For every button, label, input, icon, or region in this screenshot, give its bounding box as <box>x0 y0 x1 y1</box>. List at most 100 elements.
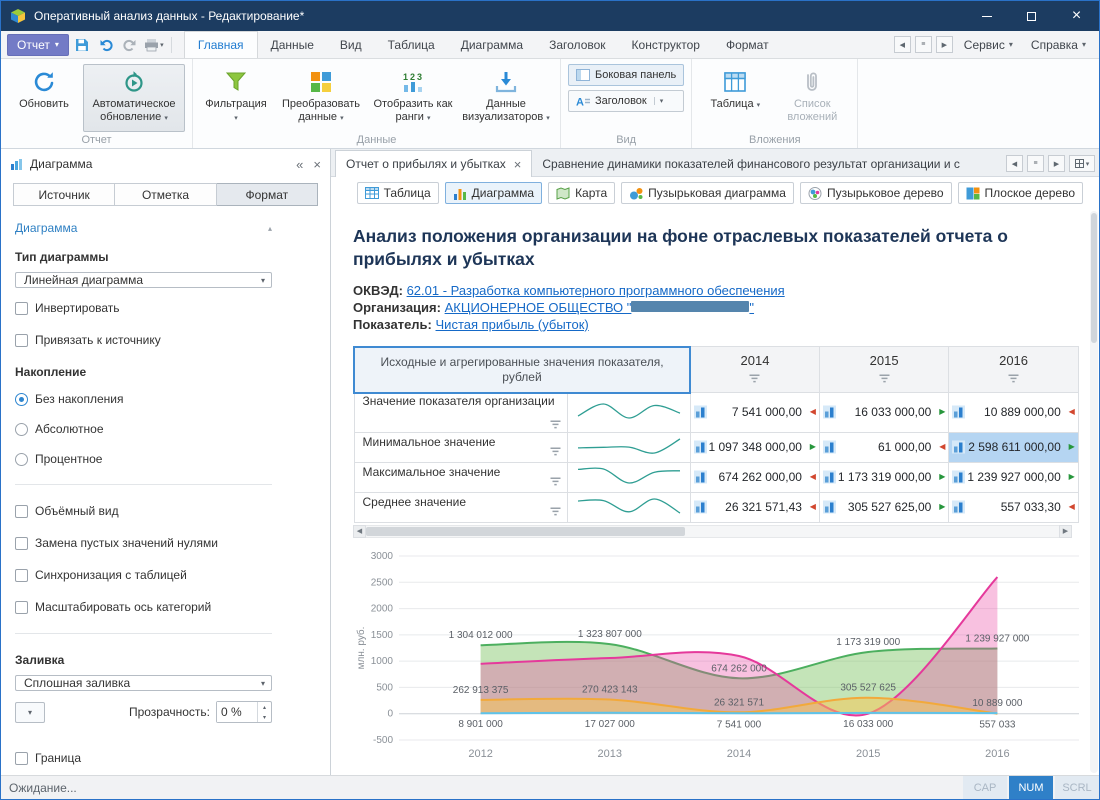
volume-view-checkbox[interactable]: Объёмный вид <box>15 504 272 518</box>
sync-table-checkbox[interactable]: Синхронизация с таблицей <box>15 568 272 582</box>
service-menu[interactable]: Сервис▾ <box>957 38 1020 52</box>
doc-tab-comparison[interactable]: Сравнение динамики показателей финансово… <box>532 151 970 176</box>
value-cell[interactable]: 557 033,30◀ <box>949 492 1078 522</box>
row-label-cell[interactable]: Минимальное значение <box>354 432 567 462</box>
column-header-2014[interactable]: 2014 <box>690 347 819 393</box>
value-cell[interactable]: 7 541 000,00◀ <box>690 393 819 433</box>
transparency-input[interactable] <box>217 702 257 722</box>
chart-type-select[interactable]: Линейная диаграмма ▾ <box>15 272 272 288</box>
table-attachment-button[interactable]: Таблица ▾ <box>699 64 771 132</box>
transform-data-button[interactable]: Преобразовать данные ▾ <box>275 64 367 132</box>
indicator-link[interactable]: Чистая прибыль (убыток) <box>436 317 589 332</box>
column-header-2016[interactable]: 2016 <box>949 347 1078 393</box>
filter-icon[interactable] <box>1008 372 1019 386</box>
save-button[interactable] <box>71 34 93 56</box>
print-button[interactable]: ▾ <box>143 34 165 56</box>
scrollbar-thumb[interactable] <box>1091 213 1097 343</box>
ribbon-tab-vid[interactable]: Вид <box>327 31 375 58</box>
value-cell[interactable]: 1 173 319 000,00▶ <box>819 462 948 492</box>
value-cell[interactable]: 1 097 348 000,00▶ <box>690 432 819 462</box>
column-header-2015[interactable]: 2015 <box>819 347 948 393</box>
ribbon-tab-format[interactable]: Формат <box>713 31 782 58</box>
doc-tab-profit-loss[interactable]: Отчет о прибылях и убытках × <box>335 150 532 177</box>
row-label-cell[interactable]: Максимальное значение <box>354 462 567 492</box>
value-cell[interactable]: 674 262 000,00◀ <box>690 462 819 492</box>
scroll-right-icon[interactable]: ▶ <box>936 36 953 53</box>
filter-icon[interactable] <box>550 505 561 519</box>
value-cell-selected[interactable]: 2 598 611 000,00▶ <box>949 432 1078 462</box>
value-cell[interactable]: 1 239 927 000,00▶ <box>949 462 1078 492</box>
radio-percent[interactable]: Процентное <box>15 452 272 466</box>
spin-up-icon[interactable]: ▴ <box>258 702 271 712</box>
ribbon-tab-konstruktor[interactable]: Конструктор <box>619 31 713 58</box>
show-as-ranks-button[interactable]: 123 Отобразить как ранги ▾ <box>370 64 456 132</box>
spin-down-icon[interactable]: ▾ <box>258 712 271 722</box>
close-button[interactable]: × <box>1054 1 1099 31</box>
table-corner-header[interactable]: Исходные и агрегированные значения показ… <box>354 347 690 393</box>
scroll-left-icon[interactable]: ◀ <box>894 36 911 53</box>
tab-scroll-right-icon[interactable]: ▶ <box>1048 155 1065 172</box>
view-map-button[interactable]: Карта <box>548 182 615 204</box>
report-menu-button[interactable]: Отчет▾ <box>7 34 69 56</box>
view-bubble-chart-button[interactable]: Пузырьковая диаграмма <box>621 182 794 204</box>
line-area-chart[interactable]: -500050010001500200025003000201220132014… <box>353 546 1093 768</box>
filter-icon[interactable] <box>879 372 890 386</box>
scale-axis-checkbox[interactable]: Масштабировать ось категорий <box>15 600 272 614</box>
panel-tab-mark[interactable]: Отметка <box>115 183 216 206</box>
filter-button[interactable]: Фильтрация ▾ <box>200 64 272 132</box>
row-label-cell[interactable]: Значение показателя организации <box>354 393 567 433</box>
tab-list-icon[interactable]: ≡ <box>1027 155 1044 172</box>
redo-button[interactable] <box>119 34 141 56</box>
value-cell[interactable]: 16 033 000,00▶ <box>819 393 948 433</box>
undo-button[interactable] <box>95 34 117 56</box>
value-cell[interactable]: 305 527 625,00▶ <box>819 492 948 522</box>
list-icon[interactable]: ≡ <box>915 36 932 53</box>
filter-icon[interactable] <box>550 445 561 459</box>
ribbon-tab-dannye[interactable]: Данные <box>258 31 327 58</box>
radio-absolute[interactable]: Абсолютное <box>15 422 272 436</box>
help-menu[interactable]: Справка▾ <box>1024 38 1093 52</box>
okved-link[interactable]: 62.01 - Разработка компьютерного програм… <box>407 283 785 298</box>
radio-no-accumulation[interactable]: Без накопления <box>15 392 272 406</box>
close-tab-icon[interactable]: × <box>514 157 522 172</box>
scrollbar-thumb[interactable] <box>366 527 685 536</box>
side-panel-toggle[interactable]: Боковая панель <box>568 64 684 86</box>
organization-link[interactable]: АКЦИОНЕРНОЕ ОБЩЕСТВО "" <box>445 300 754 315</box>
view-flat-tree-button[interactable]: Плоское дерево <box>958 182 1083 204</box>
visualizer-data-button[interactable]: Данные визуализаторов ▾ <box>459 64 553 132</box>
tab-scroll-left-icon[interactable]: ◀ <box>1006 155 1023 172</box>
layout-button[interactable]: ▾ <box>1069 155 1095 172</box>
close-panel-icon[interactable]: × <box>313 157 321 172</box>
header-toggle[interactable]: A Заголовок ▾ <box>568 90 684 112</box>
view-chart-button[interactable]: Диаграмма <box>445 182 542 204</box>
filter-icon[interactable] <box>550 418 561 432</box>
value-cell[interactable]: 10 889 000,00◀ <box>949 393 1078 433</box>
maximize-button[interactable] <box>1009 1 1054 31</box>
empty-zero-checkbox[interactable]: Замена пустых значений нулями <box>15 536 272 550</box>
refresh-button[interactable]: Обновить <box>8 64 80 132</box>
view-table-button[interactable]: Таблица <box>357 182 439 204</box>
view-bubble-tree-button[interactable]: Пузырьковое дерево <box>800 182 952 204</box>
border-checkbox[interactable]: Граница <box>15 751 272 765</box>
auto-refresh-button[interactable]: Автоматическое обновление ▾ <box>83 64 185 132</box>
section-chart-header[interactable]: Диаграмма ▴ <box>15 212 272 241</box>
fill-type-select[interactable]: Сплошная заливка ▾ <box>15 675 272 691</box>
ribbon-tab-tablitsa[interactable]: Таблица <box>375 31 448 58</box>
panel-tab-source[interactable]: Источник <box>13 183 115 206</box>
scroll-left-icon[interactable]: ◀ <box>353 525 366 538</box>
value-cell[interactable]: 61 000,00◀ <box>819 432 948 462</box>
row-label-cell[interactable]: Среднее значение <box>354 492 567 522</box>
table-h-scrollbar[interactable]: ◀ ▶ <box>353 525 1072 538</box>
filter-icon[interactable] <box>749 372 760 386</box>
attachment-list-button[interactable]: Список вложений <box>774 64 850 132</box>
chevron-down-icon[interactable]: ▾ <box>654 97 664 105</box>
minimize-button[interactable] <box>964 1 1009 31</box>
invert-checkbox[interactable]: Инвертировать <box>15 301 272 315</box>
collapse-panel-icon[interactable]: « <box>296 157 303 172</box>
scroll-right-icon[interactable]: ▶ <box>1059 525 1072 538</box>
filter-icon[interactable] <box>550 475 561 489</box>
ribbon-tab-zagolovok[interactable]: Заголовок <box>536 31 618 58</box>
vertical-scrollbar[interactable] <box>1090 211 1098 773</box>
ribbon-tab-diagramma[interactable]: Диаграмма <box>448 31 536 58</box>
panel-tab-format[interactable]: Формат <box>217 183 318 206</box>
